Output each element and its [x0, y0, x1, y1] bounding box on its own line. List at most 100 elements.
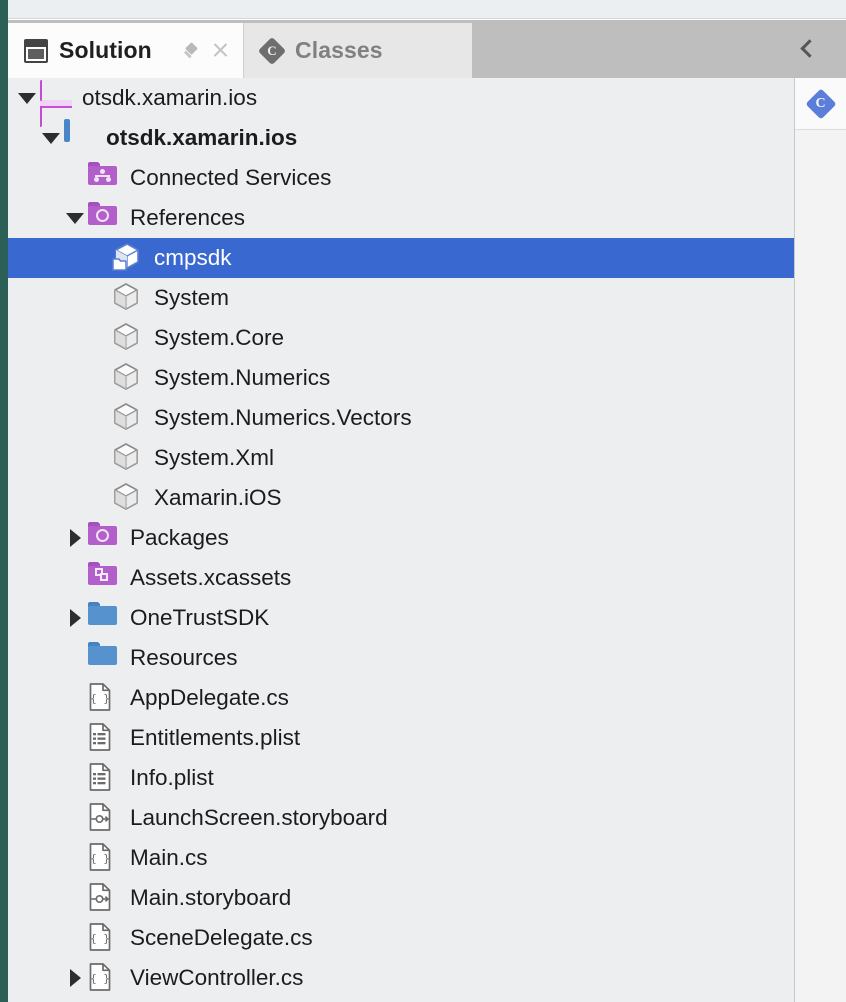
svg-text:{ }: { }: [90, 852, 110, 865]
tree-row-label: LaunchScreen.storyboard: [130, 805, 388, 830]
tree-row[interactable]: { } Main.cs: [8, 838, 794, 878]
twisty-placeholder: [86, 478, 112, 518]
tree-row-label: Entitlements.plist: [130, 725, 301, 750]
tree-row-label: otsdk.xamarin.ios: [82, 85, 258, 110]
rail-empty-area: [795, 130, 846, 1002]
right-side-rail: C: [794, 78, 846, 1002]
tree-row-label: System.Numerics: [154, 365, 331, 390]
package-assembly-icon: [112, 242, 144, 274]
tree-row[interactable]: Main.storyboard: [8, 878, 794, 918]
assembly-icon: [112, 282, 144, 314]
tab-solution[interactable]: Solution: [8, 23, 243, 78]
tree-row[interactable]: { } ViewController.cs: [8, 958, 794, 998]
twisty-placeholder: [62, 918, 88, 958]
tree-row[interactable]: System.Numerics.Vectors: [8, 398, 794, 438]
tree-row-label: Xamarin.iOS: [154, 485, 282, 510]
project-icon: [64, 119, 96, 154]
tree-row[interactable]: Assets.xcassets: [8, 558, 794, 598]
svg-text:{ }: { }: [90, 692, 110, 705]
tree-row[interactable]: cmpsdk: [8, 238, 794, 278]
tree-row[interactable]: Packages: [8, 518, 794, 558]
twisty-placeholder: [86, 238, 112, 278]
assets-folder-icon: [88, 562, 120, 594]
chevron-left-icon: [799, 38, 819, 58]
tree-row-label: ViewController.cs: [130, 965, 304, 990]
plist-file-icon: [88, 722, 120, 754]
solution-tree[interactable]: otsdk.xamarin.ios otsdk.xamarin.ios Connec…: [8, 78, 794, 1002]
tree-row-label: OneTrustSDK: [130, 605, 270, 630]
classes-diamond-icon: C: [804, 87, 837, 120]
tree-row[interactable]: otsdk.xamarin.ios: [8, 78, 794, 127]
csharp-file-icon: { }: [88, 682, 120, 714]
twisty-placeholder: [86, 318, 112, 358]
references-folder-icon: [88, 202, 120, 234]
svg-text:{ }: { }: [90, 932, 110, 945]
twisty-placeholder: [62, 158, 88, 198]
classes-panel-icon: C: [257, 36, 287, 65]
tree-row[interactable]: { } SceneDelegate.cs: [8, 918, 794, 958]
window-accent-strip: [0, 0, 8, 1002]
twisty-placeholder: [62, 878, 88, 918]
tree-row[interactable]: Info.plist: [8, 758, 794, 798]
assembly-icon: [112, 402, 144, 434]
tree-row-label: System.Xml: [154, 445, 275, 470]
twisty-placeholder: [62, 638, 88, 678]
twisty-placeholder: [62, 718, 88, 758]
tree-row-label: References: [130, 205, 246, 230]
twisty-placeholder: [86, 358, 112, 398]
tree-row[interactable]: otsdk.xamarin.ios: [8, 118, 794, 158]
solution-explorer-window: Solution C Classes otsdk.xamarin.ios otsd…: [0, 0, 846, 1002]
tree-row-label: Main.cs: [130, 845, 208, 870]
tree-row-label: System: [154, 285, 230, 310]
collapse-panel-button[interactable]: [794, 33, 824, 63]
tab-classes[interactable]: C Classes: [243, 23, 472, 78]
twisty-placeholder: [62, 758, 88, 798]
tree-row[interactable]: Connected Services: [8, 158, 794, 198]
twisty-placeholder: [86, 438, 112, 478]
assembly-icon: [112, 322, 144, 354]
packages-folder-icon: [88, 522, 120, 554]
tree-row[interactable]: System: [8, 278, 794, 318]
chevron-down-icon[interactable]: [38, 118, 64, 158]
storyboard-file-icon: [88, 802, 120, 834]
rail-button-classes[interactable]: C: [795, 78, 846, 130]
tree-row-label: System.Core: [154, 325, 285, 350]
tree-row[interactable]: OneTrustSDK: [8, 598, 794, 638]
pin-icon[interactable]: [183, 42, 200, 59]
solution-panel-icon: [24, 38, 48, 63]
svg-text:{ }: { }: [90, 972, 110, 985]
tree-row-label: otsdk.xamarin.ios: [106, 125, 298, 150]
tree-row-label: Assets.xcassets: [130, 565, 292, 590]
tree-row-label: Connected Services: [130, 165, 332, 190]
close-icon[interactable]: [212, 42, 229, 59]
tree-row[interactable]: System.Xml: [8, 438, 794, 478]
csharp-file-icon: { }: [88, 842, 120, 874]
assembly-icon: [112, 442, 144, 474]
tree-row-label: cmpsdk: [154, 245, 232, 270]
chevron-down-icon[interactable]: [62, 198, 88, 238]
chevron-down-icon[interactable]: [14, 78, 40, 118]
chevron-right-icon[interactable]: [62, 518, 88, 558]
blue-folder-icon: [88, 602, 120, 634]
tree-row-label: SceneDelegate.cs: [130, 925, 313, 950]
plist-file-icon: [88, 762, 120, 794]
tree-row[interactable]: Xamarin.iOS: [8, 478, 794, 518]
storyboard-file-icon: [88, 882, 120, 914]
csharp-file-icon: { }: [88, 962, 120, 994]
tree-row-label: Packages: [130, 525, 229, 550]
tree-row[interactable]: System.Core: [8, 318, 794, 358]
csharp-file-icon: { }: [88, 922, 120, 954]
tree-row[interactable]: Resources: [8, 638, 794, 678]
chevron-right-icon[interactable]: [62, 598, 88, 638]
tree-row[interactable]: References: [8, 198, 794, 238]
tab-solution-actions: [163, 42, 229, 59]
chevron-right-icon[interactable]: [62, 958, 88, 998]
tree-row[interactable]: LaunchScreen.storyboard: [8, 798, 794, 838]
tree-row-label: AppDelegate.cs: [130, 685, 289, 710]
twisty-placeholder: [62, 798, 88, 838]
blue-folder-icon: [88, 642, 120, 674]
tree-row[interactable]: System.Numerics: [8, 358, 794, 398]
tree-row[interactable]: { } AppDelegate.cs: [8, 678, 794, 718]
tree-row[interactable]: Entitlements.plist: [8, 718, 794, 758]
twisty-placeholder: [62, 678, 88, 718]
